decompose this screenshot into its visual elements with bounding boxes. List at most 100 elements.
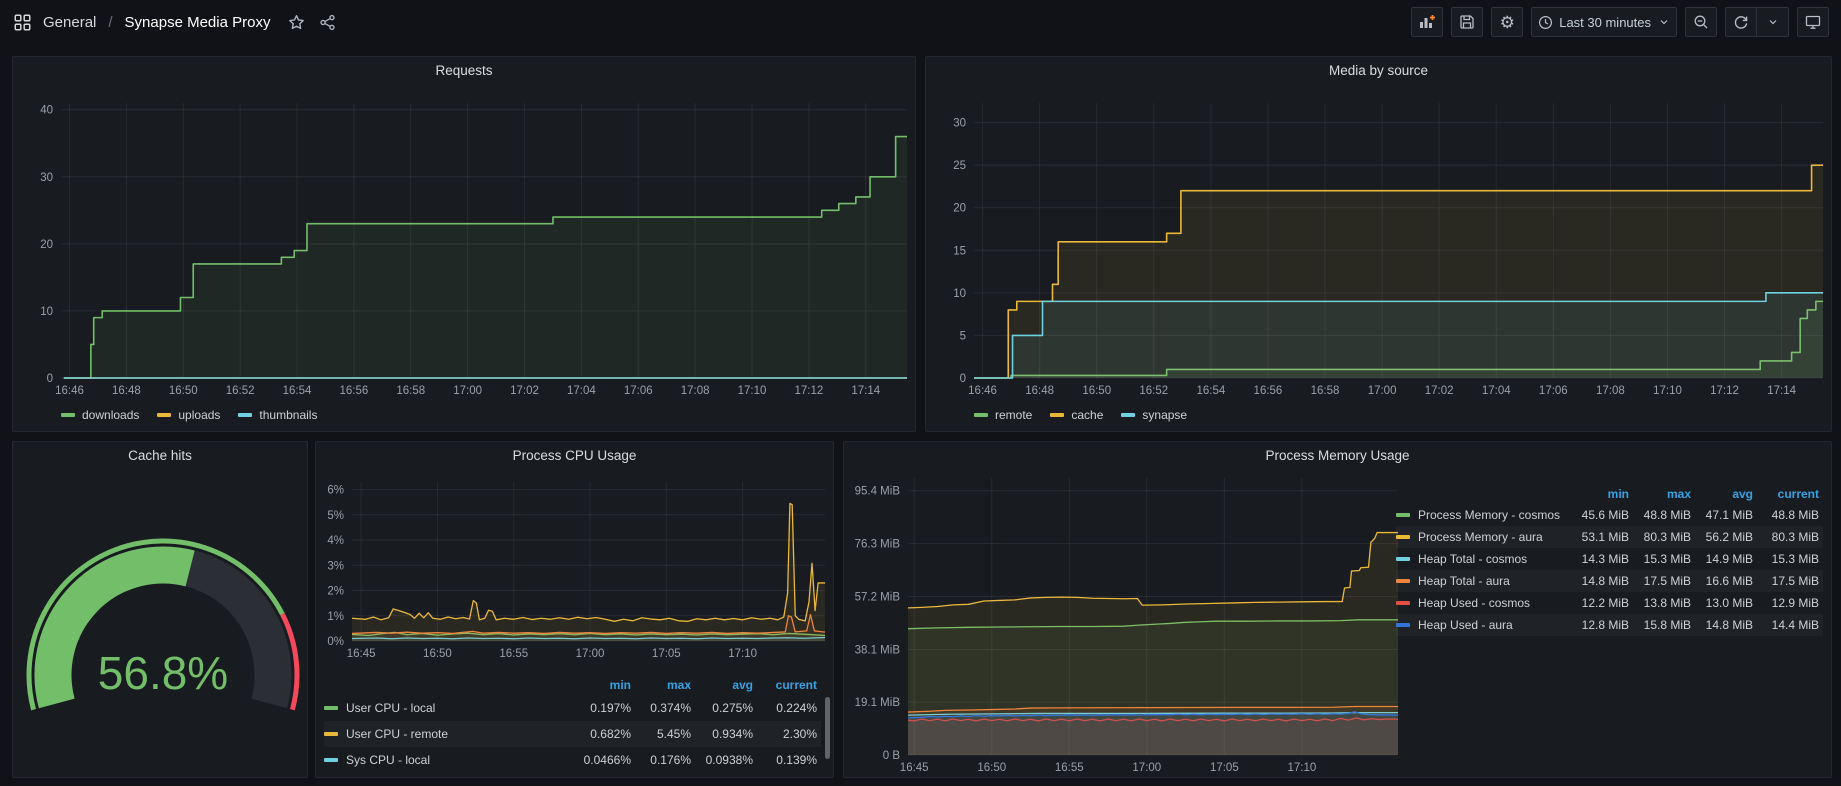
series-label[interactable]: Process Memory - aura	[1396, 530, 1571, 544]
legend-item-synapse[interactable]: synapse	[1121, 408, 1187, 422]
svg-text:76.3 MiB: 76.3 MiB	[855, 539, 901, 551]
svg-text:30: 30	[40, 172, 53, 184]
series-label[interactable]: Heap Used - cosmos	[1396, 596, 1571, 610]
refresh-button[interactable]	[1725, 7, 1757, 37]
series-label[interactable]: User CPU - local	[324, 701, 571, 715]
legend-label: cache	[1071, 408, 1103, 422]
panel-process-cpu-usage: Process CPU Usage 16:4516:5016:5517:0017…	[315, 441, 834, 778]
svg-text:95.4 MiB: 95.4 MiB	[855, 486, 901, 498]
series-name: Heap Used - cosmos	[1418, 596, 1530, 610]
panel-title[interactable]: Media by source	[926, 63, 1831, 78]
requests-chart[interactable]: 16:4616:4816:5016:5216:5416:5616:5817:00…	[13, 57, 917, 401]
stat-min: 45.6 MiB	[1571, 508, 1633, 522]
svg-text:16:55: 16:55	[499, 648, 528, 660]
series-label[interactable]: Heap Total - cosmos	[1396, 552, 1571, 566]
series-label[interactable]: Heap Used - aura	[1396, 618, 1571, 632]
svg-text:17:12: 17:12	[795, 385, 824, 397]
breadcrumb-folder[interactable]: General	[43, 14, 96, 31]
svg-text:15: 15	[953, 245, 966, 257]
memory-legend-table: minmaxavgcurrent Process Memory - cosmos 4…	[1396, 484, 1823, 636]
process-memory-chart[interactable]: 16:4516:5016:5517:0017:0517:100 B19.1 Mi…	[844, 442, 1404, 779]
cycle-view-mode-button[interactable]	[1797, 7, 1829, 37]
column-header-current[interactable]: current	[1757, 487, 1823, 501]
zoom-out-icon	[1693, 14, 1709, 30]
save-icon	[1459, 14, 1475, 30]
svg-text:0%: 0%	[327, 636, 344, 648]
zoom-out-time-button[interactable]	[1685, 7, 1717, 37]
svg-text:0: 0	[47, 373, 53, 385]
svg-text:16:56: 16:56	[340, 385, 369, 397]
legend-item-downloads[interactable]: downloads	[61, 408, 139, 422]
series-color-chip	[324, 732, 338, 736]
legend-item-remote[interactable]: remote	[974, 408, 1032, 422]
clock-icon	[1538, 15, 1553, 30]
media-by-source-chart[interactable]: 16:4616:4816:5016:5216:5416:5616:5817:00…	[926, 57, 1833, 401]
save-dashboard-button[interactable]	[1451, 7, 1483, 37]
stat-current: 12.9 MiB	[1757, 596, 1823, 610]
column-header-avg[interactable]: avg	[1695, 487, 1757, 501]
column-header-max[interactable]: max	[635, 678, 695, 692]
time-range-label: Last 30 minutes	[1559, 15, 1651, 30]
stat-max: 5.45%	[635, 727, 695, 741]
toolbar: ⚙ Last 30 minutes	[1411, 7, 1829, 37]
svg-text:16:50: 16:50	[977, 762, 1006, 774]
refresh-interval-dropdown[interactable]	[1757, 7, 1789, 37]
panel-title[interactable]: Cache hits	[13, 448, 307, 463]
stat-max: 80.3 MiB	[1633, 530, 1695, 544]
series-color-chip	[1396, 557, 1410, 561]
svg-text:16:55: 16:55	[1055, 762, 1084, 774]
process-cpu-chart[interactable]: 16:4516:5016:5517:0017:0517:100%1%2%3%4%…	[316, 442, 835, 674]
svg-text:20: 20	[953, 203, 966, 215]
stat-max: 15.8 MiB	[1633, 618, 1695, 632]
series-label[interactable]: Heap Total - aura	[1396, 574, 1571, 588]
stat-avg: 56.2 MiB	[1695, 530, 1757, 544]
svg-text:10: 10	[953, 288, 966, 300]
svg-text:17:06: 17:06	[1539, 385, 1568, 397]
series-color-chip	[324, 706, 338, 710]
series-label[interactable]: Sys CPU - local	[324, 753, 571, 767]
legend-scrollbar[interactable]	[825, 697, 830, 759]
stat-avg: 14.8 MiB	[1695, 618, 1757, 632]
svg-text:17:08: 17:08	[681, 385, 710, 397]
dashboards-grid-icon[interactable]	[12, 12, 33, 33]
series-label[interactable]: User CPU - remote	[324, 727, 571, 741]
series-color-chip	[157, 413, 171, 417]
legend-item-cache[interactable]: cache	[1050, 408, 1103, 422]
panel-title[interactable]: Requests	[13, 63, 915, 78]
chevron-down-icon	[1658, 16, 1670, 28]
legend-table-row: User CPU - local0.197%0.374%0.275%0.224%	[324, 695, 821, 721]
series-name: User CPU - local	[346, 701, 435, 715]
series-name: Sys CPU - local	[346, 753, 430, 767]
series-label[interactable]: Process Memory - cosmos	[1396, 508, 1571, 522]
column-header-current[interactable]: current	[757, 678, 821, 692]
series-color-chip	[1396, 535, 1410, 539]
legend-item-uploads[interactable]: uploads	[157, 408, 220, 422]
stat-current: 14.4 MiB	[1757, 618, 1823, 632]
svg-text:17:10: 17:10	[1653, 385, 1682, 397]
time-range-picker[interactable]: Last 30 minutes	[1531, 7, 1677, 37]
series-name: Process Memory - cosmos	[1418, 508, 1560, 522]
share-icon[interactable]	[317, 12, 338, 33]
column-header-avg[interactable]: avg	[695, 678, 757, 692]
stat-max: 15.3 MiB	[1633, 552, 1695, 566]
panel-title[interactable]: Process CPU Usage	[316, 448, 833, 463]
stat-current: 17.5 MiB	[1757, 574, 1823, 588]
svg-text:17:00: 17:00	[576, 648, 605, 660]
add-panel-button[interactable]	[1411, 7, 1443, 37]
svg-text:17:10: 17:10	[1287, 762, 1316, 774]
dashboard-settings-button[interactable]: ⚙	[1491, 7, 1523, 37]
series-color-chip	[1396, 601, 1410, 605]
star-icon[interactable]	[286, 12, 307, 33]
column-header-max[interactable]: max	[1633, 487, 1695, 501]
stat-min: 14.3 MiB	[1571, 552, 1633, 566]
svg-text:57.2 MiB: 57.2 MiB	[855, 592, 901, 604]
column-header-min[interactable]: min	[571, 678, 635, 692]
panel-title[interactable]: Process Memory Usage	[844, 448, 1831, 463]
svg-text:16:50: 16:50	[169, 385, 198, 397]
stat-avg: 13.0 MiB	[1695, 596, 1757, 610]
svg-text:3%: 3%	[327, 560, 344, 572]
column-header-min[interactable]: min	[1571, 487, 1633, 501]
legend-item-thumbnails[interactable]: thumbnails	[238, 408, 317, 422]
series-color-chip	[238, 413, 252, 417]
stat-avg: 0.275%	[695, 701, 757, 715]
